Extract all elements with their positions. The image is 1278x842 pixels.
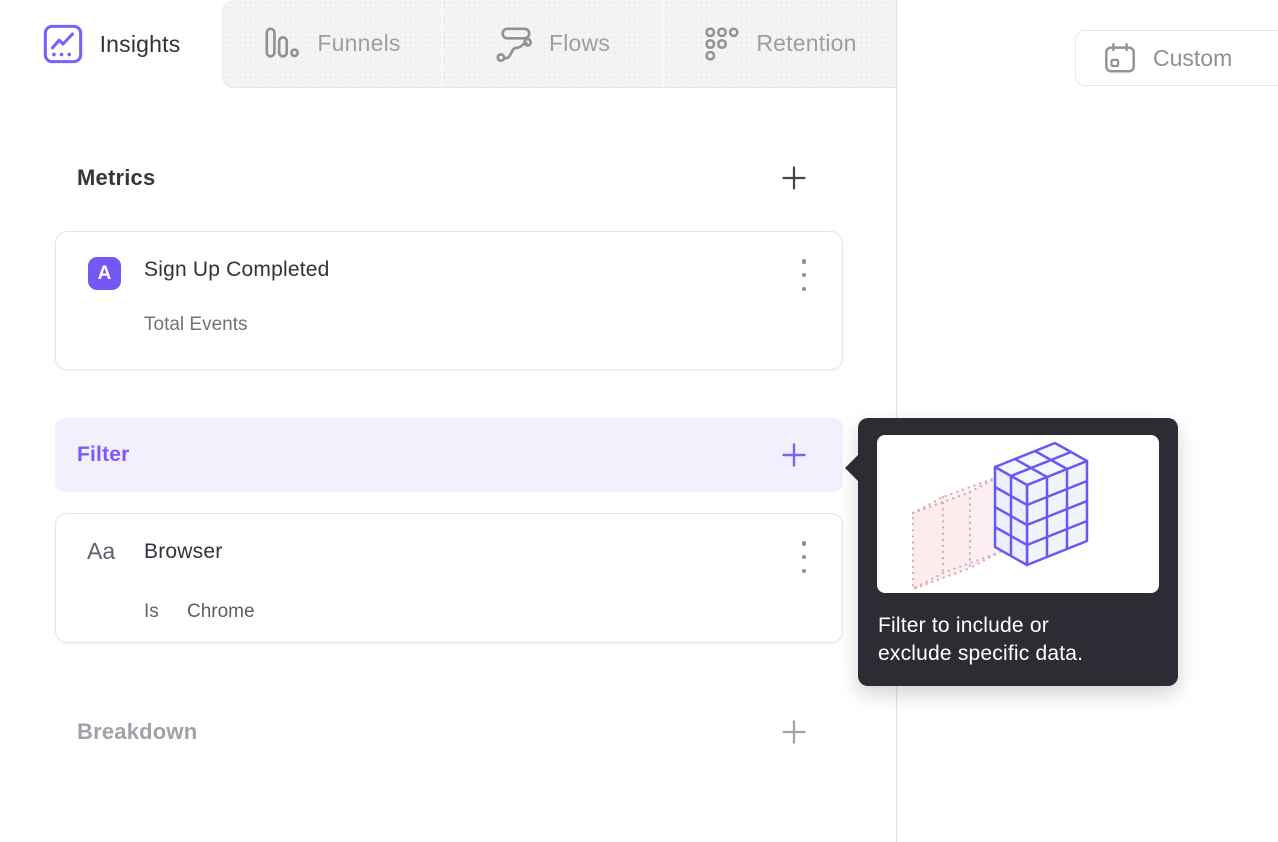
filter-cube-illustration — [877, 435, 1159, 593]
insights-report-builder: Insights Funnels Flows Retention Custom … — [0, 0, 1278, 842]
tab-retention-label: Retention — [756, 30, 857, 56]
tooltip-caption-line1: Filter to include or — [878, 614, 1049, 637]
string-property-icon: Aa — [87, 538, 116, 564]
metric-aggregation[interactable]: Total Events — [144, 314, 248, 336]
add-metric-button[interactable] — [781, 165, 807, 191]
flows-wave-icon — [496, 26, 532, 62]
add-breakdown-button[interactable] — [781, 719, 807, 745]
metric-options-button[interactable] — [798, 259, 810, 291]
filter-value[interactable]: Chrome — [187, 601, 255, 623]
metric-event-name: Sign Up Completed — [144, 258, 330, 281]
filter-options-button[interactable] — [798, 541, 810, 573]
tooltip-arrow — [845, 454, 859, 482]
tab-retention[interactable]: Retention — [663, 0, 897, 88]
date-range-label: Custom — [1153, 44, 1233, 71]
retention-grid-icon — [705, 26, 739, 61]
filter-title: Filter — [77, 443, 130, 466]
metric-card-sign-up-completed[interactable]: A Sign Up Completed Total Events — [55, 231, 843, 370]
filter-section-header[interactable]: Filter — [55, 418, 843, 492]
tab-insights[interactable]: Insights — [0, 0, 222, 88]
breakdown-section-header: Breakdown — [55, 712, 843, 752]
date-range-custom-button[interactable]: Custom — [1075, 30, 1278, 86]
tab-flows[interactable]: Flows — [441, 0, 663, 88]
filter-card-browser[interactable]: Aa Browser Is Chrome — [55, 513, 843, 643]
funnels-bars-icon — [265, 26, 300, 58]
tab-funnels-label: Funnels — [317, 30, 401, 56]
filter-property-name: Browser — [144, 540, 223, 563]
metrics-section-header: Metrics — [55, 158, 843, 198]
tab-insights-label: Insights — [99, 30, 181, 57]
filter-operator[interactable]: Is — [144, 601, 159, 623]
tab-funnels[interactable]: Funnels — [222, 0, 441, 88]
breakdown-title: Breakdown — [77, 719, 198, 744]
calendar-icon — [1105, 43, 1135, 73]
add-filter-button[interactable] — [781, 442, 807, 468]
metric-series-badge: A — [88, 257, 121, 290]
tooltip-caption-line2: exclude specific data. — [878, 642, 1084, 665]
metrics-title: Metrics — [77, 165, 156, 190]
filter-help-tooltip: Filter to include or exclude specific da… — [845, 418, 1178, 686]
insights-chart-icon — [43, 24, 82, 64]
tooltip-caption: Filter to include or exclude specific da… — [878, 612, 1138, 668]
tab-flows-label: Flows — [548, 30, 611, 56]
